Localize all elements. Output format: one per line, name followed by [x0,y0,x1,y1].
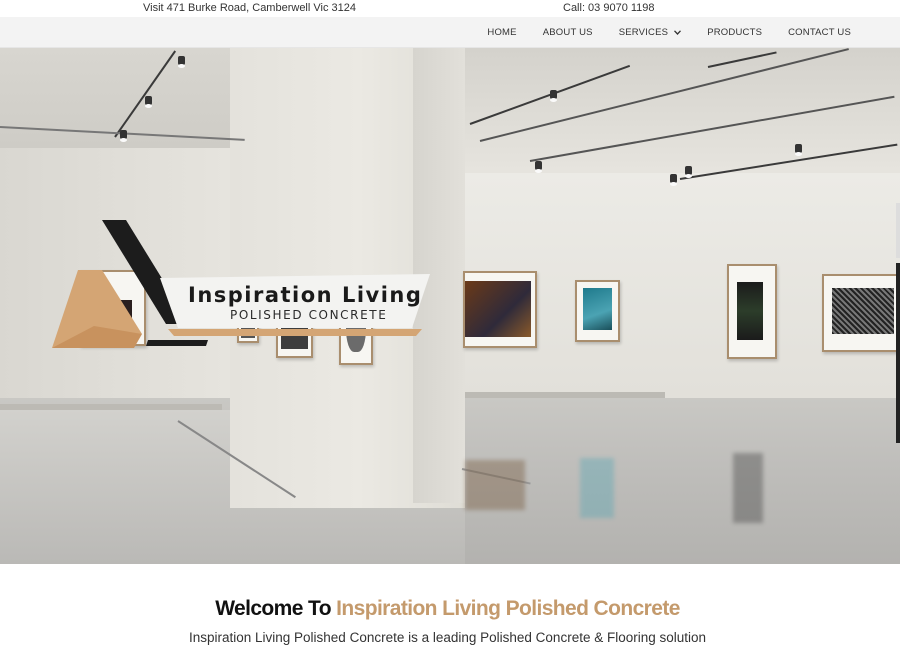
baseboard [0,404,222,410]
brand-logo[interactable]: Inspiration Living POLISHED CONCRETE [50,216,435,351]
floor-reflection [733,453,763,523]
nav-item-label: CONTACT US [788,27,851,38]
baseboard [465,392,665,398]
main-navbar: HOME ABOUT US SERVICES PRODUCTS CONTACT … [0,17,900,48]
welcome-heading-accent: Inspiration Living Polished Concrete [336,597,680,620]
spotlight [550,90,557,102]
gallery-ceiling-right [465,48,900,178]
nav-item-about-us[interactable]: ABOUT US [543,27,593,38]
framed-artwork [727,264,777,359]
phone-link[interactable]: Call: 03 9070 1198 [563,2,655,14]
edge-mark [896,203,900,258]
welcome-intro: Inspiration Living Polished Concrete is … [188,630,707,645]
logo-title: Inspiration Living [188,283,423,307]
welcome-section: Welcome To Inspiration Living Polished C… [0,564,900,650]
spotlight [535,161,542,173]
framed-artwork [822,274,900,352]
chevron-down-icon [674,28,682,37]
nav-item-label: ABOUT US [542,27,593,38]
nav-item-label: PRODUCTS [707,27,763,38]
logo-subtitle: POLISHED CONCRETE [230,308,388,322]
hero-banner: Inspiration Living POLISHED CONCRETE [0,48,900,564]
edge-mark [896,263,900,443]
nav-item-home[interactable]: HOME [487,27,516,38]
nav-item-label: HOME [487,27,517,38]
floor-reflection [465,460,525,510]
spotlight [685,166,692,178]
spotlight [178,56,185,68]
spotlight [120,130,127,142]
welcome-heading-prefix: Welcome To [215,597,337,620]
nav-item-services[interactable]: SERVICES [618,27,682,38]
nav-item-label: SERVICES [618,27,669,38]
framed-artwork [463,271,537,348]
spotlight [145,96,152,108]
nav-menu: HOME ABOUT US SERVICES PRODUCTS CONTACT … [487,17,900,48]
floor-reflection [580,458,614,518]
welcome-heading: Welcome To Inspiration Living Polished C… [0,597,895,621]
spotlight [795,144,802,156]
nav-item-products[interactable]: PRODUCTS [707,27,762,38]
nav-item-contact-us[interactable]: CONTACT US [788,27,851,38]
spotlight [670,174,677,186]
address-text: Visit 471 Burke Road, Camberwell Vic 312… [143,2,356,14]
top-info-bar: Visit 471 Burke Road, Camberwell Vic 312… [0,0,900,17]
framed-artwork [575,280,620,342]
